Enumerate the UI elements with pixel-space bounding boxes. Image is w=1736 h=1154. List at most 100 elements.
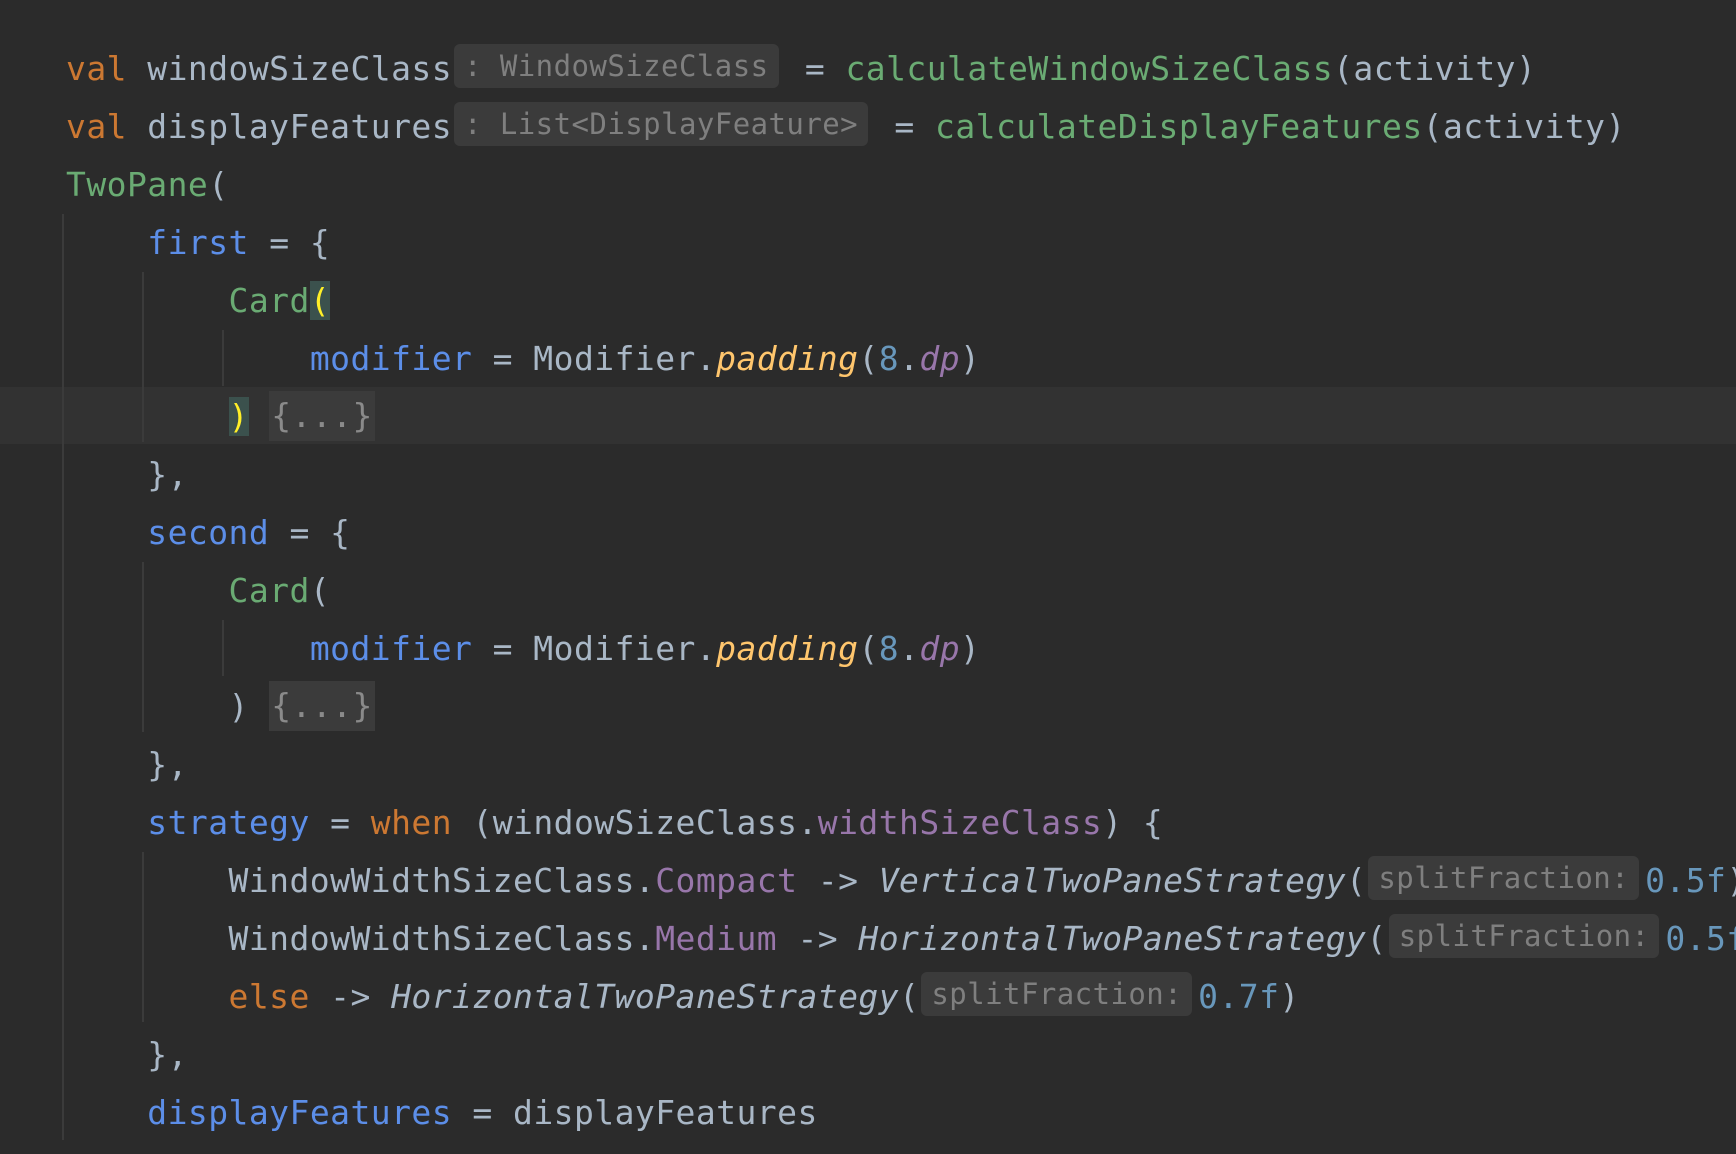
code-text: }, — [66, 455, 188, 494]
code-text: ( — [858, 339, 879, 378]
code-text: -> — [309, 977, 392, 1016]
named-argument: modifier — [309, 339, 473, 378]
code-text: = Modifier. — [472, 629, 717, 668]
inlay-hint: splitFraction: — [1368, 856, 1640, 900]
code-line[interactable]: WindowWidthSizeClass.Compact -> Vertical… — [66, 852, 1736, 910]
code-text: = displayFeatures — [452, 1093, 818, 1132]
code-text: }, — [66, 1035, 188, 1074]
function-name: Card — [228, 281, 310, 320]
named-argument: modifier — [309, 629, 473, 668]
folded-block[interactable]: {...} — [269, 391, 375, 441]
code-line[interactable]: TwoPane( — [66, 156, 229, 214]
code-text: = { — [269, 513, 351, 552]
code-text: windowSizeClass — [126, 49, 453, 88]
code-text: = — [784, 49, 846, 88]
code-line[interactable]: else -> HorizontalTwoPaneStrategy(splitF… — [66, 968, 1300, 1026]
code-line[interactable]: first = { — [66, 214, 330, 272]
code-line[interactable]: Card( — [66, 272, 331, 330]
code-text: ) — [960, 339, 981, 378]
function-call: HorizontalTwoPaneStrategy — [858, 919, 1367, 958]
named-argument: second — [147, 513, 270, 552]
code-line[interactable]: }, — [66, 1026, 188, 1084]
matched-brace: ( — [309, 281, 331, 320]
code-text: ( — [1366, 919, 1387, 958]
code-text: = { — [248, 223, 331, 262]
property: Medium — [655, 919, 778, 958]
inlay-hint: : WindowSizeClass — [454, 44, 779, 88]
code-text: ( — [208, 165, 229, 204]
code-text: ) { — [1102, 803, 1164, 842]
matched-brace: ) — [228, 397, 249, 436]
number-literal: 0.7f — [1198, 977, 1280, 1016]
number-literal: 0.5f — [1645, 861, 1727, 900]
number-literal: 0.5f — [1665, 919, 1736, 958]
code-text: displayFeatures — [126, 107, 453, 146]
code-text: ) — [66, 687, 270, 726]
number-literal: 8 — [878, 629, 900, 668]
property: widthSizeClass — [817, 803, 1103, 842]
code-text: WindowWidthSizeClass. — [66, 919, 656, 958]
function-call: HorizontalTwoPaneStrategy — [391, 977, 900, 1016]
code-line[interactable]: }, — [66, 446, 188, 504]
function-name: calculateDisplayFeatures — [935, 107, 1423, 146]
code-text: ( — [858, 629, 879, 668]
code-text: ) — [960, 629, 981, 668]
code-text: ( — [899, 977, 920, 1016]
keyword: when — [370, 803, 453, 842]
code-text: = — [309, 803, 371, 842]
code-text: -> — [777, 919, 859, 958]
inlay-hint: splitFraction: — [921, 972, 1193, 1016]
function-call: VerticalTwoPaneStrategy — [878, 861, 1347, 900]
inlay-hint: : List<DisplayFeature> — [454, 102, 869, 146]
code-text: ) — [1726, 861, 1736, 900]
code-line[interactable]: WindowWidthSizeClass.Medium -> Horizonta… — [66, 910, 1736, 968]
code-line[interactable]: modifier = Modifier.padding(8.dp) — [66, 620, 980, 678]
indent-guide — [62, 214, 64, 1140]
folded-block[interactable]: {...} — [269, 681, 375, 731]
code-text: . — [899, 339, 920, 378]
code-line[interactable]: }, — [66, 736, 188, 794]
function-call: padding — [716, 339, 859, 378]
code-editor[interactable]: val windowSizeClass: WindowSizeClass = c… — [0, 0, 1736, 1154]
property: dp — [919, 339, 961, 378]
code-line[interactable]: strategy = when (windowSizeClass.widthSi… — [66, 794, 1163, 852]
number-literal: 8 — [878, 339, 900, 378]
code-text: (activity) — [1422, 107, 1626, 146]
inlay-hint: splitFraction: — [1388, 914, 1660, 958]
code-text: -> — [797, 861, 879, 900]
code-line[interactable]: Card( — [66, 562, 330, 620]
code-line[interactable]: val displayFeatures: List<DisplayFeature… — [66, 98, 1626, 156]
code-text: ( — [309, 571, 331, 610]
function-call: padding — [716, 629, 859, 668]
code-text: (activity) — [1333, 49, 1537, 88]
named-argument: displayFeatures — [147, 1093, 453, 1132]
code-line[interactable]: ) {...} — [66, 678, 375, 736]
code-text: = Modifier. — [472, 339, 717, 378]
code-text: = — [874, 107, 936, 146]
keyword: val — [66, 49, 127, 88]
code-line[interactable]: modifier = Modifier.padding(8.dp) — [66, 330, 980, 388]
code-line[interactable]: second = { — [66, 504, 350, 562]
function-name: Card — [228, 571, 310, 610]
code-text: WindowWidthSizeClass. — [66, 861, 656, 900]
code-line[interactable]: val windowSizeClass: WindowSizeClass = c… — [66, 40, 1536, 98]
code-text: . — [899, 629, 920, 668]
code-text: }, — [66, 745, 188, 784]
property: dp — [919, 629, 961, 668]
code-text: ( — [1346, 861, 1367, 900]
code-line[interactable]: ) {...} — [66, 388, 375, 446]
code-line[interactable]: displayFeatures = displayFeatures — [66, 1084, 818, 1142]
function-name: calculateWindowSizeClass — [845, 49, 1334, 88]
code-text: (windowSizeClass. — [452, 803, 818, 842]
